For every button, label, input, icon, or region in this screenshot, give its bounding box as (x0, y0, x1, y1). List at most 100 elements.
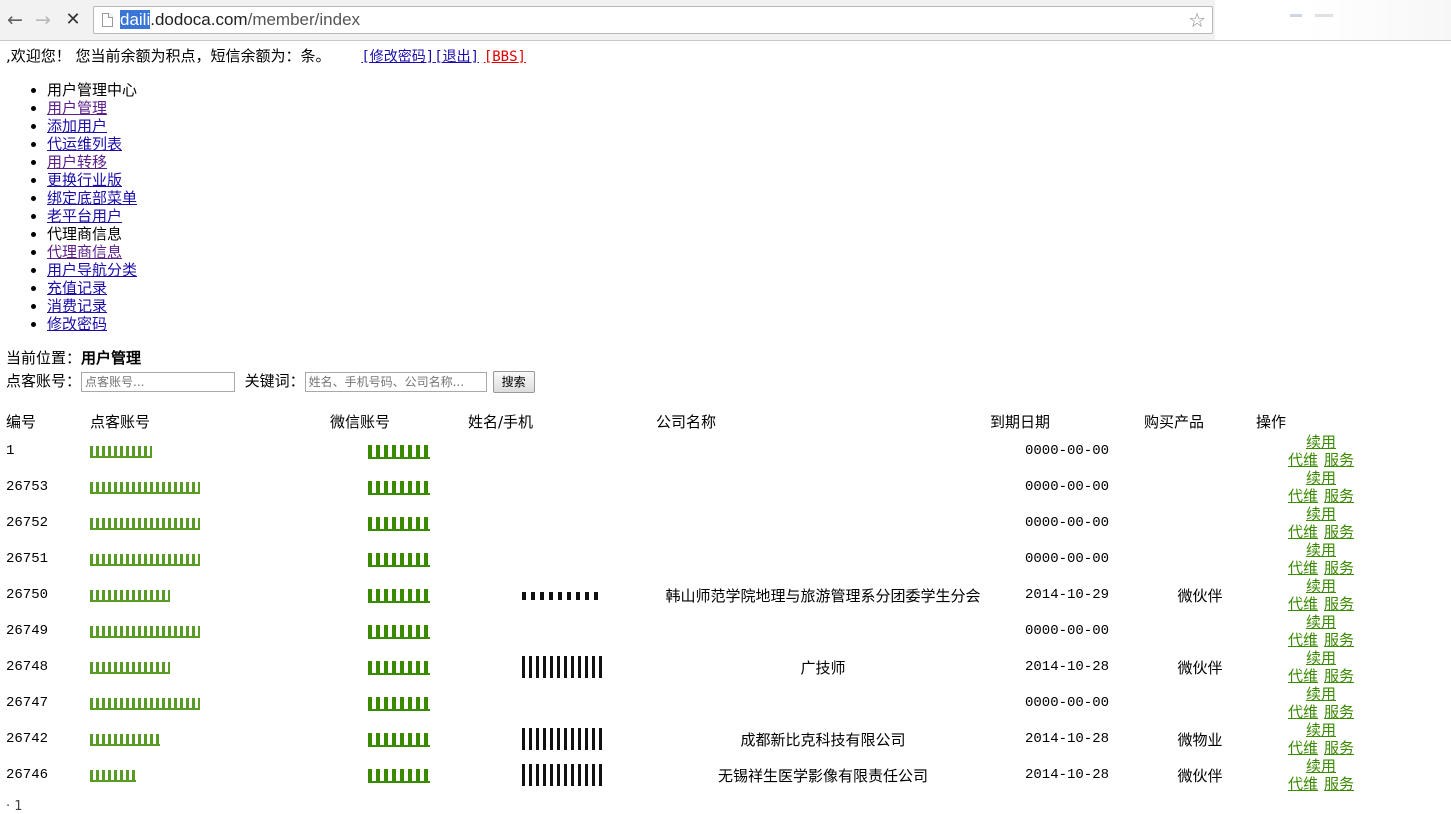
account-link[interactable] (90, 733, 160, 746)
renew-link[interactable]: 续用 (1306, 541, 1336, 559)
wechat-link[interactable] (368, 480, 430, 495)
account-link[interactable] (90, 553, 200, 566)
wechat-link[interactable] (368, 768, 430, 783)
renew-link[interactable]: 续用 (1306, 685, 1336, 703)
account-link[interactable] (90, 697, 200, 710)
menu-item-consumption-records[interactable]: 消费记录 (47, 297, 107, 315)
maintain-link[interactable]: 代维 (1288, 631, 1318, 649)
account-link[interactable] (90, 589, 170, 602)
row-id: 26747 (6, 695, 49, 711)
product-cell (1144, 685, 1256, 721)
maintain-link[interactable]: 代维 (1288, 559, 1318, 577)
expiry-cell: 0000-00-00 (1024, 479, 1109, 495)
name-phone-cell (468, 757, 656, 793)
renew-link[interactable]: 续用 (1306, 757, 1336, 775)
renew-link[interactable]: 续用 (1306, 613, 1336, 631)
bbs-link[interactable]: [BBS] (484, 49, 526, 65)
renew-link[interactable]: 续用 (1306, 721, 1336, 739)
menu-item-nav-categories[interactable]: 用户导航分类 (47, 261, 137, 279)
logout-link[interactable]: [退出] (434, 49, 479, 65)
url-text[interactable]: daili.dodoca.com/member/index (120, 10, 360, 30)
bookmark-star-icon[interactable]: ☆ (1188, 8, 1206, 32)
wechat-link[interactable] (368, 552, 430, 567)
expiry-cell: 2014-10-29 (1024, 587, 1109, 603)
back-arrow-icon[interactable]: ← (4, 9, 26, 31)
renew-link[interactable]: 续用 (1306, 505, 1336, 523)
renew-link[interactable]: 续用 (1306, 433, 1336, 451)
menu-item-change-password[interactable]: 修改密码 (47, 315, 107, 333)
wechat-link[interactable] (368, 588, 430, 603)
wechat-link[interactable] (368, 696, 430, 711)
table-row: 26746 无锡祥生医学影像有限责任公司 2014-10-28 微伙伴 续用 代维 服务 (6, 757, 1386, 793)
account-link[interactable] (90, 661, 170, 674)
account-link[interactable] (90, 625, 200, 638)
name-phone-cell (468, 541, 656, 577)
service-link[interactable]: 服务 (1324, 631, 1354, 649)
row-id: 26751 (6, 551, 49, 567)
maintain-link[interactable]: 代维 (1288, 595, 1318, 613)
renew-link[interactable]: 续用 (1306, 577, 1336, 595)
maintain-link[interactable]: 代维 (1288, 487, 1318, 505)
maintain-link[interactable]: 代维 (1288, 451, 1318, 469)
maintain-link[interactable]: 代维 (1288, 775, 1318, 793)
service-link[interactable]: 服务 (1324, 595, 1354, 613)
menu-item-user-management[interactable]: 用户管理 (47, 99, 107, 117)
wechat-link[interactable] (368, 660, 430, 675)
wechat-link[interactable] (368, 624, 430, 639)
maintain-link[interactable]: 代维 (1288, 703, 1318, 721)
account-link[interactable] (90, 769, 136, 782)
search-button[interactable]: 搜索 (492, 370, 535, 393)
maintain-link[interactable]: 代维 (1288, 523, 1318, 541)
address-bar[interactable]: daili.dodoca.com/member/index ☆ (93, 6, 1213, 34)
wechat-link[interactable] (368, 444, 430, 459)
service-link[interactable]: 服务 (1324, 739, 1354, 757)
actions-cell: 续用 代维 服务 (1256, 757, 1386, 793)
account-cell (90, 721, 330, 757)
menu-item-maintenance-list[interactable]: 代运维列表 (47, 135, 122, 153)
service-link[interactable]: 服务 (1324, 559, 1354, 577)
change-password-link[interactable]: [修改密码] (361, 49, 434, 65)
row-id: 1 (6, 443, 15, 459)
renew-link[interactable]: 续用 (1306, 649, 1336, 667)
actions-cell: 续用 代维 服务 (1256, 613, 1386, 649)
redacted-name (522, 728, 602, 750)
service-link[interactable]: 服务 (1324, 451, 1354, 469)
expiry-cell: 0000-00-00 (1024, 551, 1109, 567)
menu-item-recharge-records[interactable]: 充值记录 (47, 279, 107, 297)
maintain-link[interactable]: 代维 (1288, 667, 1318, 685)
service-link[interactable]: 服务 (1324, 703, 1354, 721)
wechat-link[interactable] (368, 732, 430, 747)
actions-cell: 续用 代维 服务 (1256, 721, 1386, 757)
service-link[interactable]: 服务 (1324, 487, 1354, 505)
renew-link[interactable]: 续用 (1306, 469, 1336, 487)
wechat-link[interactable] (368, 516, 430, 531)
row-id: 26749 (6, 623, 49, 639)
product-cell: 微伙伴 (1177, 766, 1223, 785)
account-link[interactable] (90, 481, 200, 494)
forward-arrow-icon[interactable]: → (32, 9, 54, 31)
service-link[interactable]: 服务 (1324, 667, 1354, 685)
row-id: 26752 (6, 515, 49, 531)
menu-item-old-platform-users[interactable]: 老平台用户 (47, 207, 122, 225)
menu-item-agent-info[interactable]: 代理商信息 (47, 243, 122, 261)
menu-item-user-transfer[interactable]: 用户转移 (47, 153, 107, 171)
service-link[interactable]: 服务 (1324, 523, 1354, 541)
account-search-input[interactable] (81, 371, 236, 392)
account-link[interactable] (90, 445, 152, 458)
menu-heading-user-center: 用户管理中心 (47, 81, 1436, 99)
account-link[interactable] (90, 517, 200, 530)
service-link[interactable]: 服务 (1324, 775, 1354, 793)
menu-item-change-industry[interactable]: 更换行业版 (47, 171, 122, 189)
menu-item-bind-bottom-menu[interactable]: 绑定底部菜单 (47, 189, 137, 207)
wechat-cell (330, 433, 468, 469)
account-cell (90, 757, 330, 793)
expiry-cell: 2014-10-28 (1024, 731, 1109, 747)
stop-loading-icon[interactable]: ✕ (62, 9, 84, 31)
maintain-link[interactable]: 代维 (1288, 739, 1318, 757)
search-bar: 点客账号： 关键词： 搜索 (6, 369, 1436, 393)
menu-item-add-user[interactable]: 添加用户 (47, 117, 107, 135)
keyword-search-input[interactable] (304, 371, 487, 392)
company-cell (656, 613, 990, 649)
toolbar-fade (1215, 0, 1451, 40)
account-cell (90, 685, 330, 721)
